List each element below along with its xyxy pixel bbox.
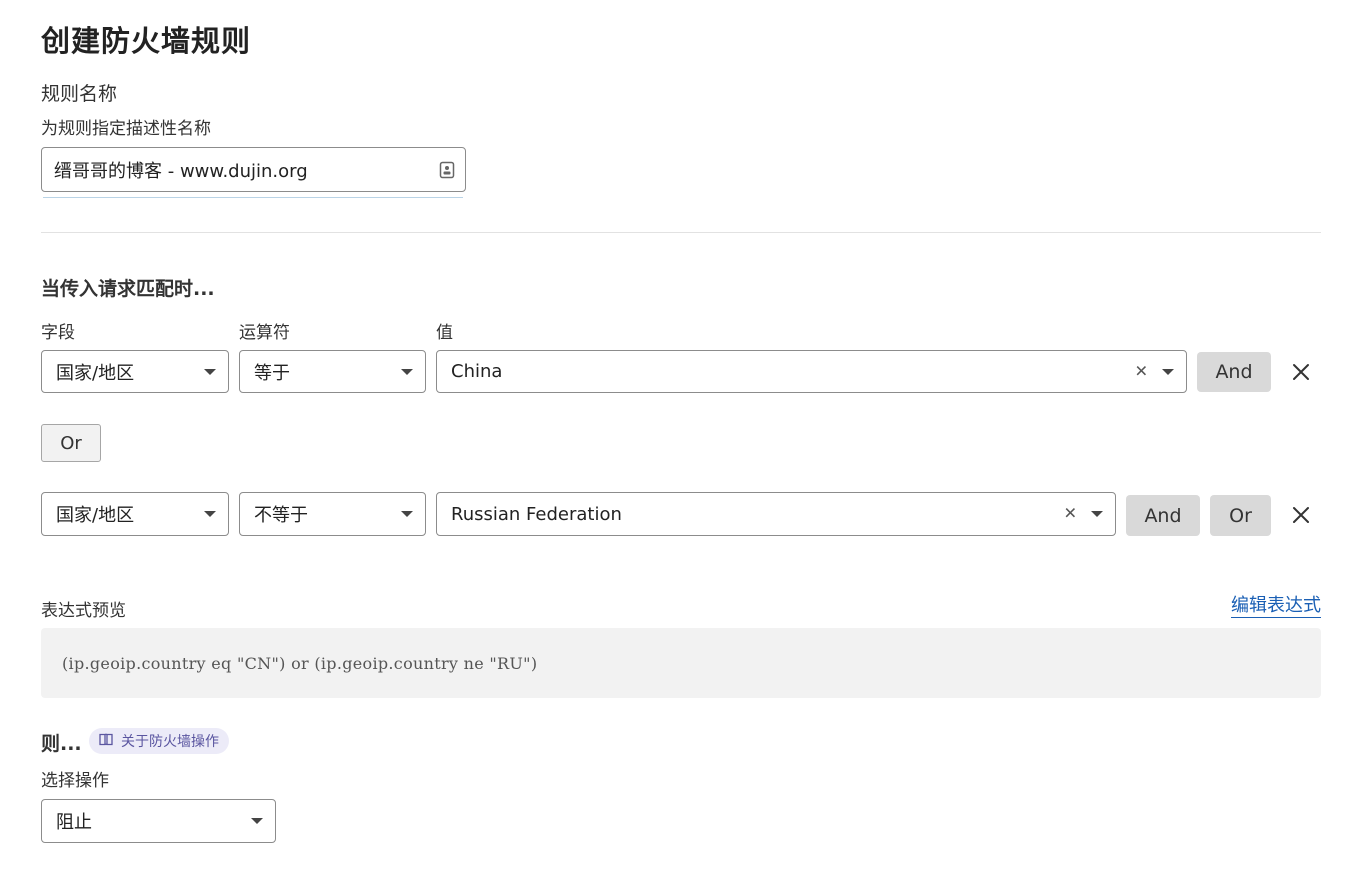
chevron-down-icon: [401, 368, 413, 375]
value-select-2-value: Russian Federation: [451, 503, 622, 525]
value-column-label: 值: [436, 323, 453, 343]
or-group-button[interactable]: Or: [41, 424, 101, 462]
page-title: 创建防火墙规则: [41, 24, 252, 58]
clear-icon[interactable]: ✕: [1135, 361, 1148, 380]
section-divider: [41, 232, 1321, 233]
then-heading: 则...: [41, 733, 82, 755]
match-heading: 当传入请求匹配时...: [41, 278, 215, 300]
expression-text: (ip.geoip.country eq "CN") or (ip.geoip.…: [62, 653, 538, 673]
action-select[interactable]: 阻止: [41, 799, 276, 843]
field-select-1[interactable]: 国家/地区: [41, 350, 229, 393]
input-underline: [43, 197, 463, 198]
field-column-label: 字段: [41, 323, 75, 343]
rule-name-value: 缙哥哥的博客 - www.dujin.org: [54, 160, 308, 182]
edit-expression-link[interactable]: 编辑表达式: [1231, 595, 1321, 618]
contact-card-icon[interactable]: [439, 161, 455, 184]
action-label: 选择操作: [41, 771, 109, 791]
operator-select-2-value: 不等于: [254, 505, 308, 526]
operator-select-2[interactable]: 不等于: [239, 492, 426, 536]
close-icon[interactable]: [1289, 503, 1313, 527]
value-select-2[interactable]: Russian Federation ✕: [436, 492, 1116, 536]
firewall-actions-help-chip[interactable]: 关于防火墙操作: [89, 728, 229, 754]
operator-select-1-value: 等于: [254, 362, 290, 384]
chevron-down-icon: [401, 511, 413, 517]
chevron-down-icon: [1162, 368, 1174, 375]
field-select-2-value: 国家/地区: [56, 505, 135, 526]
value-select-1[interactable]: China ✕: [436, 350, 1187, 393]
expression-preview: (ip.geoip.country eq "CN") or (ip.geoip.…: [41, 628, 1321, 698]
field-select-2[interactable]: 国家/地区: [41, 492, 229, 536]
and-button-1[interactable]: And: [1197, 352, 1271, 392]
operator-select-1[interactable]: 等于: [239, 350, 426, 393]
chip-label: 关于防火墙操作: [121, 734, 219, 750]
action-select-value: 阻止: [56, 812, 92, 833]
field-select-1-value: 国家/地区: [56, 362, 135, 384]
rule-name-hint: 为规则指定描述性名称: [41, 119, 211, 139]
chevron-down-icon: [1091, 511, 1103, 517]
rule-name-input[interactable]: 缙哥哥的博客 - www.dujin.org: [41, 147, 466, 192]
rule-name-label: 规则名称: [41, 83, 118, 105]
chevron-down-icon: [204, 511, 216, 517]
operator-column-label: 运算符: [239, 323, 290, 343]
chevron-down-icon: [204, 368, 216, 375]
clear-icon[interactable]: ✕: [1064, 504, 1077, 523]
chevron-down-icon: [251, 818, 263, 824]
or-button-2[interactable]: Or: [1210, 495, 1271, 536]
and-button-2[interactable]: And: [1126, 495, 1200, 536]
close-icon[interactable]: [1289, 360, 1313, 384]
value-select-1-value: China: [451, 361, 503, 382]
book-icon: [99, 733, 113, 750]
expression-preview-label: 表达式预览: [41, 601, 126, 621]
